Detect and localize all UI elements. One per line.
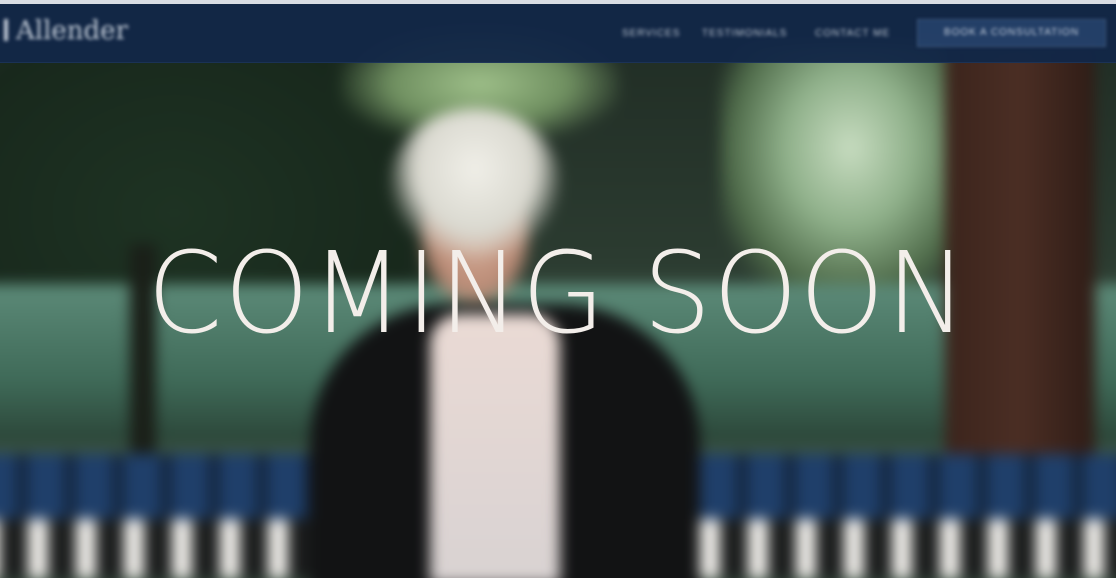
site-logo[interactable]: Allender bbox=[4, 16, 128, 46]
top-navbar: Allender SERVICES TESTIMONIALS CONTACT M… bbox=[0, 4, 1116, 63]
book-consultation-button[interactable]: BOOK A CONSULTATION bbox=[917, 19, 1106, 47]
coming-soon-headline: COMING SOON bbox=[147, 229, 969, 359]
nav-link-testimonials[interactable]: TESTIMONIALS bbox=[702, 28, 787, 39]
nav-link-contact[interactable]: CONTACT ME bbox=[815, 28, 890, 39]
brand-name: Allender bbox=[16, 16, 128, 46]
logo-mark-icon bbox=[4, 19, 8, 41]
coming-soon-page: Allender SERVICES TESTIMONIALS CONTACT M… bbox=[0, 0, 1116, 578]
nav-link-services[interactable]: SERVICES bbox=[622, 28, 680, 39]
